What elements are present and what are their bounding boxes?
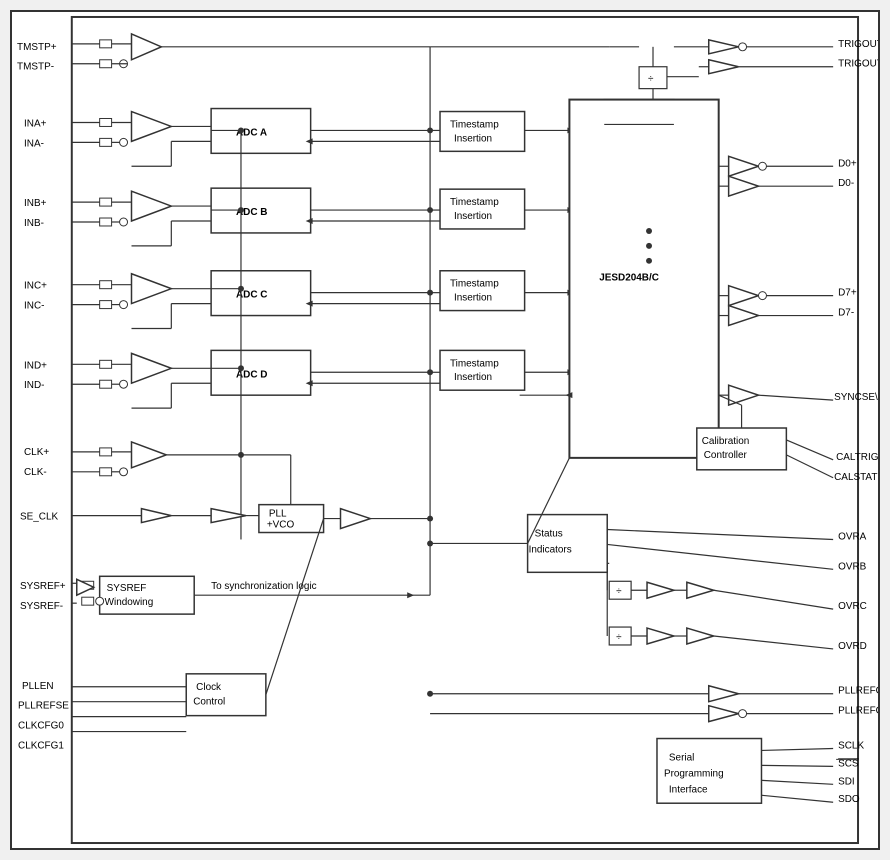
label-trigout-plus: TRIGOUT+ <box>838 39 878 50</box>
label-sysref-minus: SYSREF- <box>20 601 63 612</box>
label-sysref-win-1: SYSREF <box>107 583 147 594</box>
label-ina-minus: INA- <box>24 138 44 149</box>
label-ovrb: OVRB <box>838 561 867 572</box>
label-status-2: Indicators <box>529 544 572 555</box>
label-status-1: Status <box>535 528 563 539</box>
label-ind-minus: IND- <box>24 380 44 391</box>
label-trigout-minus: TRIGOUT- <box>838 59 878 70</box>
label-spi-2: Programming <box>664 768 724 779</box>
label-clk-plus: CLK+ <box>24 447 49 458</box>
label-d0-minus: D0- <box>838 178 854 189</box>
label-clk-minus: CLK- <box>24 467 47 478</box>
label-tmstp-minus: TMSTP- <box>17 62 54 73</box>
label-cal-1: Calibration <box>702 436 750 447</box>
label-cal-2: Controller <box>704 450 748 461</box>
label-d0-plus: D0+ <box>838 158 857 169</box>
label-clock-ctrl-2: Control <box>193 697 225 708</box>
label-pll-vco-2: +VCO <box>267 520 295 531</box>
label-ts-insert-1-1: Timestamp <box>450 119 499 130</box>
label-jesd-1: JESD204B/C <box>599 273 659 284</box>
label-ts-insert-3-2: Insertion <box>454 293 492 304</box>
label-pllrefse: PLLREFSE <box>18 701 69 712</box>
label-sysref-plus: SYSREF+ <box>20 581 66 592</box>
label-clock-ctrl-1: Clock <box>196 682 221 693</box>
label-spi-3: Interface <box>669 784 708 795</box>
label-clkcfg1: CLKCFG1 <box>18 740 64 751</box>
label-ina-plus: INA+ <box>24 118 47 129</box>
label-calstat: CALSTAT <box>834 472 877 483</box>
label-sdo: SDO <box>838 794 860 805</box>
label-syncse: SYNCSE\ <box>834 392 878 403</box>
label-sclk: SCLK <box>838 740 864 751</box>
label-clkcfg0: CLKCFG0 <box>18 721 64 732</box>
label-pllrefo-plus: PLLREFO+ <box>838 686 878 697</box>
label-inc-plus: INC+ <box>24 281 47 292</box>
label-ts-insert-4-1: Timestamp <box>450 358 499 369</box>
label-tmstp-plus: TMSTP+ <box>17 42 57 53</box>
label-inc-minus: INC- <box>24 301 44 312</box>
label-sdi: SDI <box>838 776 855 787</box>
label-pllen: PLLEN <box>22 681 54 692</box>
label-d7-minus: D7- <box>838 308 854 319</box>
label-d7-plus: D7+ <box>838 288 857 299</box>
label-caltrig: CALTRIG <box>836 452 878 463</box>
diagram-container: TMSTP+ TMSTP- INA+ INA- INB+ INB- INC+ I… <box>10 10 880 850</box>
label-spi-1: Serial <box>669 752 694 763</box>
label-ovra: OVRA <box>838 531 867 542</box>
label-divider-top: ÷ <box>648 74 654 85</box>
label-se-clk: SE_CLK <box>20 512 58 523</box>
label-ovrd: OVRD <box>838 641 867 652</box>
label-div-ovrc: ÷ <box>616 586 622 597</box>
label-inb-minus: INB- <box>24 218 44 229</box>
label-ts-insert-3-1: Timestamp <box>450 279 499 290</box>
label-ts-insert-1-2: Insertion <box>454 133 492 144</box>
label-ovrc: OVRC <box>838 601 867 612</box>
label-ind-plus: IND+ <box>24 360 47 371</box>
label-ts-insert-2-2: Insertion <box>454 211 492 222</box>
label-ts-insert-2-1: Timestamp <box>450 197 499 208</box>
label-pllrefo-minus: PLLREFO- <box>838 706 878 717</box>
label-sysref-win-2: Windowing <box>105 597 154 608</box>
label-inb-plus: INB+ <box>24 198 47 209</box>
label-ts-insert-4-2: Insertion <box>454 372 492 383</box>
label-scs: SCS <box>838 758 859 769</box>
label-pll-vco-1: PLL <box>269 509 287 520</box>
label-div-ovrd: ÷ <box>616 632 622 643</box>
